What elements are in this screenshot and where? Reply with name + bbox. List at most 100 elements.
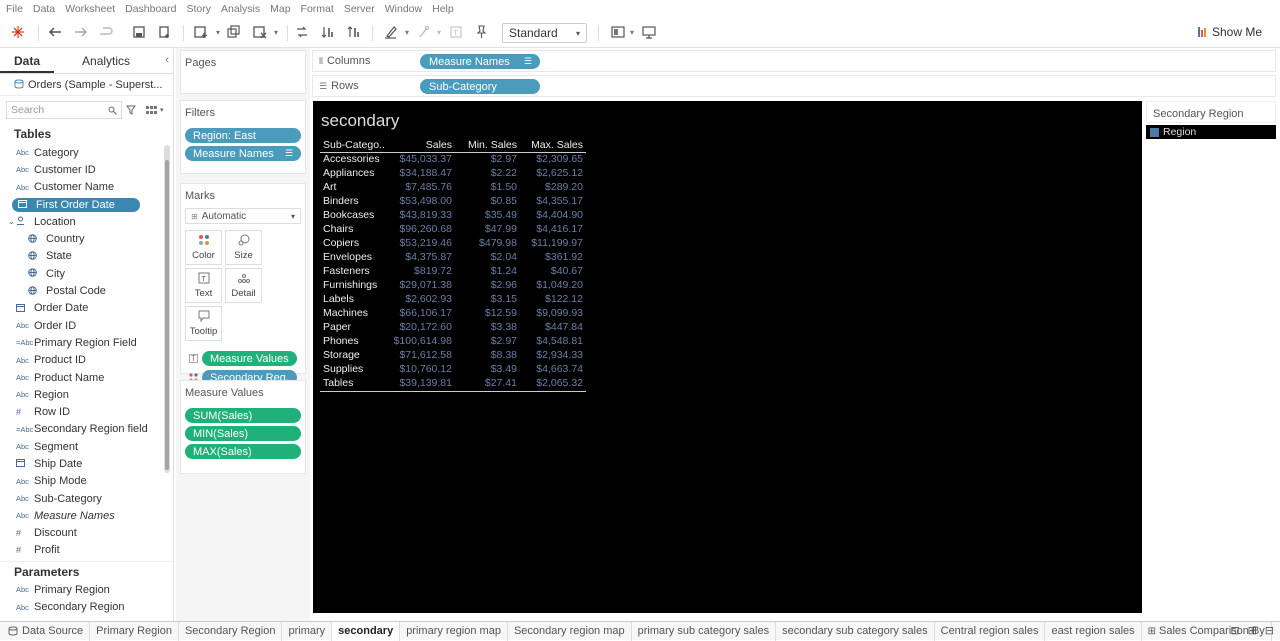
field-secondary-region-field[interactable]: =Abc Secondary Region field	[0, 421, 173, 438]
field-measure-names[interactable]: Abc Measure Names	[0, 507, 173, 524]
color-mark-button[interactable]: Color	[185, 230, 222, 265]
field-ship-mode[interactable]: Abc Ship Mode	[0, 473, 173, 490]
datasource-item[interactable]: Orders (Sample - Superst...	[0, 74, 173, 96]
tab-secondary-region[interactable]: Secondary Region	[179, 621, 283, 641]
tab-primary[interactable]: primary	[282, 621, 333, 641]
menu-item-format[interactable]: Format	[301, 3, 334, 15]
field-region[interactable]: Abc Region	[0, 386, 173, 403]
tab-secondary[interactable]: secondary	[332, 621, 401, 641]
field-profit[interactable]: # Profit	[0, 542, 173, 559]
menu-item-story[interactable]: Story	[186, 3, 211, 15]
table-row[interactable]: Phones $100,614.98 $2.97 $4,548.81	[320, 335, 586, 349]
tab-east-region-sales[interactable]: east region sales	[1045, 621, 1142, 641]
tab-central-region-sales[interactable]: Central region sales	[935, 621, 1046, 641]
pages-card[interactable]: Pages	[180, 50, 306, 94]
tableau-logo-icon[interactable]	[9, 24, 27, 40]
redo-icon[interactable]	[72, 24, 90, 40]
table-row[interactable]: Machines $66,106.17 $12.59 $9,099.93	[320, 307, 586, 321]
table-row[interactable]: Tables $39,139.81 $27.41 $2,065.32	[320, 377, 586, 391]
menu-item-data[interactable]: Data	[33, 3, 55, 15]
measure-pill-sum-sales[interactable]: SUM(Sales)	[185, 408, 301, 423]
columns-pill-measure-names[interactable]: Measure Names ☰	[420, 54, 540, 69]
collapse-pane-icon[interactable]: ‹	[165, 54, 169, 66]
table-row[interactable]: Paper $20,172.60 $3.38 $447.84	[320, 321, 586, 335]
field-customer-name[interactable]: Abc Customer Name	[0, 179, 173, 196]
table-row[interactable]: Envelopes $4,375.87 $2.04 $361.92	[320, 251, 586, 265]
pin-axes-icon[interactable]	[472, 24, 490, 40]
search-input[interactable]: Search	[6, 101, 122, 119]
worksheet-view[interactable]: secondary Sub-Catego.. Sales Min. Sales …	[313, 101, 1142, 613]
field-ship-date[interactable]: Ship Date	[0, 455, 173, 472]
new-worksheet-icon[interactable]: ⊡	[1230, 624, 1239, 637]
tab-secondary-region-map[interactable]: Secondary region map	[508, 621, 632, 641]
chevron-down-icon[interactable]: ▾	[623, 24, 641, 40]
table-row[interactable]: Supplies $10,760.12 $3.49 $4,663.74	[320, 363, 586, 377]
field-primary-region-field[interactable]: =Abc Primary Region Field	[0, 334, 173, 351]
detail-mark-button[interactable]: Detail	[225, 268, 262, 303]
mark-type-select[interactable]: ⊞ Automatic ▾	[185, 208, 301, 224]
duplicate-sheet-icon[interactable]	[225, 24, 243, 40]
filter-pill-measure-names[interactable]: Measure Names ☰	[185, 146, 301, 161]
measure-pill-min-sales[interactable]: MIN(Sales)	[185, 426, 301, 441]
filter-icon[interactable]	[126, 105, 136, 115]
measure-pill-max-sales[interactable]: MAX(Sales)	[185, 444, 301, 459]
text-mark-button[interactable]: T Text	[185, 268, 222, 303]
add-datasource-icon[interactable]	[156, 24, 174, 40]
table-row[interactable]: Bookcases $43,819.33 $35.49 $4,404.90	[320, 209, 586, 223]
expand-chevron-icon[interactable]: ⌄	[8, 217, 15, 226]
header-min-sales[interactable]: Min. Sales	[452, 139, 517, 152]
rows-shelf[interactable]: ☰ Rows Sub-Category	[312, 75, 1276, 97]
menu-item-file[interactable]: File	[6, 3, 23, 15]
field-sub-category[interactable]: Abc Sub-Category	[0, 490, 173, 507]
table-row[interactable]: Furnishings $29,071.38 $2.96 $1,049.20	[320, 279, 586, 293]
new-dashboard-icon[interactable]: ⊞	[1248, 624, 1257, 637]
table-row[interactable]: Accessories $45,033.37 $2.97 $2,309.65	[320, 153, 586, 167]
parameter-secondary-region[interactable]: Abc Secondary Region	[0, 598, 173, 615]
tab-primary-region-map[interactable]: primary region map	[400, 621, 508, 641]
menu-item-help[interactable]: Help	[432, 3, 454, 15]
marks-pill-measure-values[interactable]: Measure Values	[202, 351, 297, 366]
field-order-date[interactable]: Order Date	[0, 300, 173, 317]
tab-primary-region[interactable]: Primary Region	[90, 621, 179, 641]
field-row-id[interactable]: # Row ID	[0, 403, 173, 420]
replay-icon[interactable]	[97, 24, 115, 40]
parameter-primary-region[interactable]: Abc Primary Region	[0, 581, 173, 598]
filter-pill-region[interactable]: Region: East	[185, 128, 301, 143]
table-row[interactable]: Copiers $53,219.46 $479.98 $11,199.97	[320, 237, 586, 251]
view-options-button[interactable]: ▾	[146, 105, 164, 115]
swap-rows-columns-icon[interactable]	[293, 24, 311, 40]
field-country[interactable]: Country	[0, 230, 173, 247]
menu-item-dashboard[interactable]: Dashboard	[125, 3, 176, 15]
table-row[interactable]: Appliances $34,188.47 $2.22 $2,625.12	[320, 167, 586, 181]
legend-item[interactable]: Region	[1146, 125, 1276, 139]
columns-shelf[interactable]: ⦀ Columns Measure Names ☰	[312, 50, 1276, 72]
presentation-mode-icon[interactable]	[640, 24, 658, 40]
size-mark-button[interactable]: Size	[225, 230, 262, 265]
field-state[interactable]: State	[0, 248, 173, 265]
table-row[interactable]: Fasteners $819.72 $1.24 $40.67	[320, 265, 586, 279]
field-postal-code[interactable]: Postal Code	[0, 282, 173, 299]
fit-select[interactable]: Standard ▾	[502, 23, 587, 43]
field-segment[interactable]: Abc Segment	[0, 438, 173, 455]
menu-item-map[interactable]: Map	[270, 3, 290, 15]
menu-item-worksheet[interactable]: Worksheet	[65, 3, 115, 15]
menu-item-analysis[interactable]: Analysis	[221, 3, 260, 15]
field-discount[interactable]: # Discount	[0, 525, 173, 542]
show-me-button[interactable]: Show Me	[1197, 25, 1262, 39]
field-location[interactable]: ⌄ Location	[0, 213, 173, 230]
header-max-sales[interactable]: Max. Sales	[517, 139, 583, 152]
table-row[interactable]: Storage $71,612.58 $8.38 $2,934.33	[320, 349, 586, 363]
tab-secondary-sub-category-sales[interactable]: secondary sub category sales	[776, 621, 935, 641]
header-sales[interactable]: Sales	[390, 139, 452, 152]
tab-data[interactable]: Data	[0, 48, 55, 73]
sort-descending-icon[interactable]	[345, 24, 363, 40]
table-row[interactable]: Labels $2,602.93 $3.15 $122.12	[320, 293, 586, 307]
show-mark-labels-icon[interactable]: T	[447, 24, 465, 40]
menu-item-window[interactable]: Window	[385, 3, 422, 15]
field-customer-id[interactable]: Abc Customer ID	[0, 161, 173, 178]
field-order-id[interactable]: Abc Order ID	[0, 317, 173, 334]
undo-icon[interactable]	[46, 24, 64, 40]
header-sub-category[interactable]: Sub-Catego..	[320, 139, 390, 152]
tooltip-mark-button[interactable]: Tooltip	[185, 306, 222, 341]
field-product-id[interactable]: Abc Product ID	[0, 352, 173, 369]
